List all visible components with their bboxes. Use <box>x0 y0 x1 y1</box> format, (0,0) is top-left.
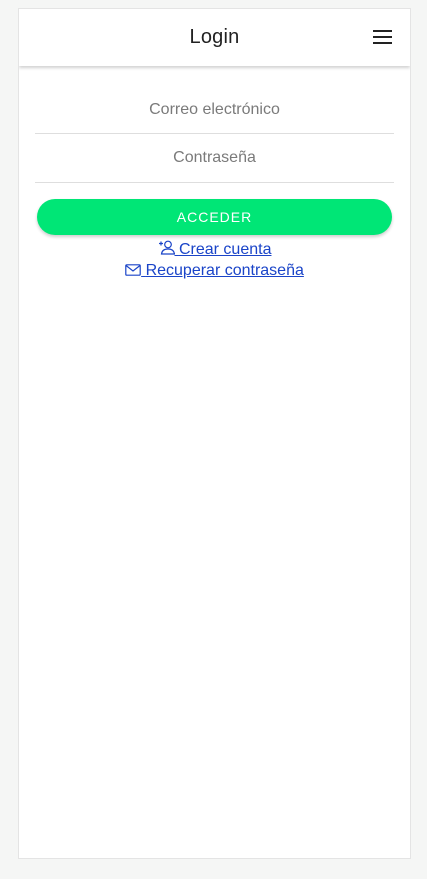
create-account-link[interactable]: Crear cuenta <box>35 239 394 260</box>
auth-links: Crear cuenta Recuperar contraseña <box>35 239 394 281</box>
person-add-icon <box>158 240 175 255</box>
menu-icon[interactable] <box>372 27 394 47</box>
page-title: Login <box>189 26 240 48</box>
create-account-label: Crear cuenta <box>178 241 272 258</box>
password-field-wrapper <box>35 134 394 183</box>
email-field[interactable] <box>35 85 394 133</box>
email-field-wrapper <box>35 85 394 134</box>
recover-password-label: Recuperar contraseña <box>145 262 304 279</box>
login-form: ACCEDER Crear cuenta Recuperar contraseñ… <box>35 85 394 279</box>
password-field[interactable] <box>35 134 394 182</box>
recover-password-link[interactable]: Recuperar contraseña <box>35 260 394 281</box>
app-frame: Login ACCEDER Crear cuenta <box>18 8 411 859</box>
mail-icon <box>125 264 141 276</box>
login-button[interactable]: ACCEDER <box>37 199 392 235</box>
header-toolbar: Login <box>19 9 410 66</box>
